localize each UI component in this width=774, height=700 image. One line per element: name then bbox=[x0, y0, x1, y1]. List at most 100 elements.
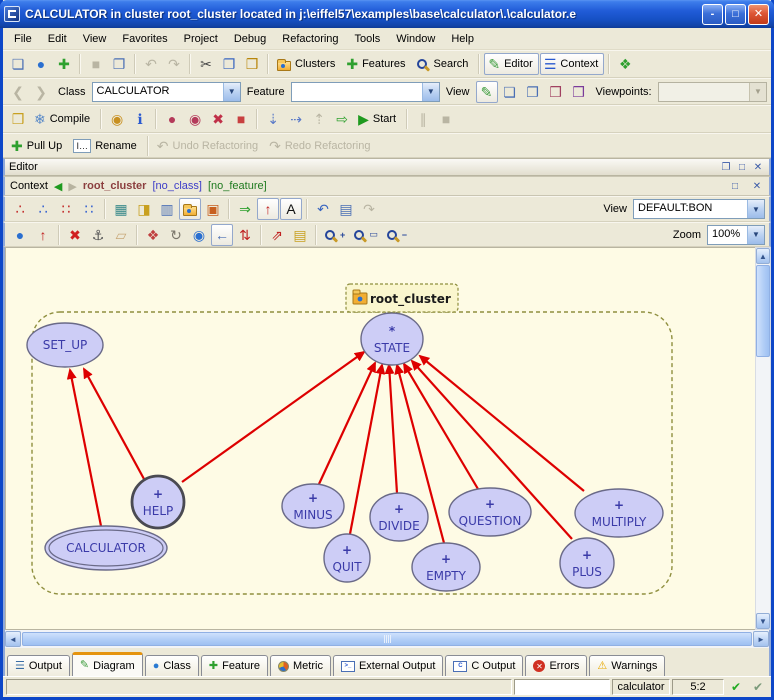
menu-refactoring[interactable]: Refactoring bbox=[274, 30, 346, 48]
diagram-canvas[interactable]: SET_UP *STATE +HELPCALCULATOR +MINUS +QUIT+D… bbox=[5, 247, 755, 630]
view-clients-icon[interactable]: ❐ bbox=[522, 81, 544, 103]
feature-combobox[interactable]: ▼ bbox=[291, 82, 440, 102]
class-combobox[interactable]: CALCULATOR▼ bbox=[92, 82, 241, 102]
views-tool-icon[interactable]: ▣ bbox=[202, 198, 224, 220]
menu-project[interactable]: Project bbox=[176, 30, 226, 48]
rename-button[interactable]: I…Rename bbox=[69, 135, 143, 157]
zoom-in-button[interactable]: + bbox=[321, 224, 349, 246]
search-button[interactable]: Search bbox=[413, 53, 475, 75]
run-no-stop-icon[interactable]: ⇨ bbox=[331, 108, 353, 130]
add-note-icon[interactable]: ▤ bbox=[289, 224, 311, 246]
tab-external-output[interactable]: >_External Output bbox=[333, 655, 443, 676]
zoom-out-button[interactable]: − bbox=[383, 224, 411, 246]
client-supplier-icon[interactable]: ⇗ bbox=[266, 224, 288, 246]
fill-color-icon[interactable]: ❖ bbox=[142, 224, 164, 246]
tab-c-output[interactable]: CC Output bbox=[445, 655, 523, 676]
class-node-calculator[interactable]: CALCULATOR bbox=[45, 526, 167, 570]
horizontal-scroll-thumb[interactable] bbox=[22, 632, 752, 646]
cluster-label[interactable]: root_cluster bbox=[346, 284, 458, 312]
save-all-icon[interactable]: ❐ bbox=[108, 53, 130, 75]
chevron-down-icon[interactable]: ▼ bbox=[223, 83, 240, 101]
menu-favorites[interactable]: Favorites bbox=[114, 30, 175, 48]
features-button[interactable]: ✚Features bbox=[342, 53, 411, 75]
pull-up-button[interactable]: ✚Pull Up bbox=[7, 135, 68, 157]
menu-window[interactable]: Window bbox=[388, 30, 443, 48]
zoom-combobox[interactable]: 100%▼ bbox=[707, 225, 765, 245]
cluster-view-toggle[interactable] bbox=[179, 198, 201, 220]
copy-icon[interactable]: ❐ bbox=[218, 53, 240, 75]
level-up-icon[interactable]: ↑ bbox=[32, 224, 54, 246]
link-help-setup[interactable] bbox=[84, 369, 144, 479]
unanchor-icon[interactable]: ⚓ bbox=[87, 224, 109, 246]
critical-stack-icon[interactable]: ■ bbox=[230, 108, 252, 130]
diagram-history-icon[interactable]: ▤ bbox=[335, 198, 357, 220]
tab-feature[interactable]: ✚Feature bbox=[201, 655, 268, 676]
class-node-plus[interactable]: +PLUS bbox=[560, 538, 614, 588]
new-document-icon[interactable]: ❏ bbox=[7, 53, 29, 75]
class-node-divide[interactable]: +DIVIDE bbox=[370, 493, 428, 541]
external-commands-icon[interactable]: ❖ bbox=[614, 53, 636, 75]
tab-output[interactable]: ☰Output bbox=[7, 655, 70, 676]
class-node-state[interactable]: *STATE bbox=[361, 313, 423, 365]
chevron-down-icon[interactable]: ▼ bbox=[422, 83, 439, 101]
class-node-help[interactable]: +HELP bbox=[132, 476, 184, 528]
tab-class[interactable]: ●Class bbox=[145, 655, 199, 676]
class-node-question[interactable]: +QUESTION bbox=[449, 488, 531, 536]
tab-diagram[interactable]: ✎Diagram bbox=[72, 652, 143, 676]
maximize-button[interactable]: □ bbox=[725, 4, 746, 25]
sort-links-icon[interactable]: ⇅ bbox=[234, 224, 256, 246]
tab-warnings[interactable]: ⚠Warnings bbox=[589, 655, 665, 676]
force-layout-icon[interactable]: ⇒ bbox=[234, 198, 256, 220]
tab-errors[interactable]: ✕Errors bbox=[525, 655, 587, 676]
rotate-icon[interactable]: ↻ bbox=[165, 224, 187, 246]
menu-edit[interactable]: Edit bbox=[40, 30, 75, 48]
depth-icon[interactable]: ↑ bbox=[257, 198, 279, 220]
menu-tools[interactable]: Tools bbox=[347, 30, 389, 48]
undock-pane-icon[interactable]: ❐ bbox=[719, 161, 733, 174]
view-flat-icon[interactable]: ❏ bbox=[499, 81, 521, 103]
view-editor-icon[interactable]: ✎ bbox=[476, 81, 498, 103]
link-question-state[interactable] bbox=[404, 364, 478, 489]
context-cluster[interactable]: root_cluster bbox=[83, 180, 147, 192]
step-over-icon[interactable]: ⇢ bbox=[285, 108, 307, 130]
open-project-icon[interactable]: ● bbox=[30, 53, 52, 75]
chevron-down-icon[interactable]: ▼ bbox=[747, 200, 764, 218]
menu-file[interactable]: File bbox=[6, 30, 40, 48]
diagram-undo-icon[interactable]: ↶ bbox=[312, 198, 334, 220]
close-button[interactable]: ✕ bbox=[748, 4, 769, 25]
chevron-down-icon[interactable]: ▼ bbox=[747, 226, 764, 244]
class-node-minus[interactable]: +MINUS bbox=[282, 484, 344, 528]
menu-view[interactable]: View bbox=[75, 30, 115, 48]
class-node-set_up[interactable]: SET_UP bbox=[27, 323, 103, 367]
link-divide-state[interactable] bbox=[389, 365, 397, 493]
class-node-empty[interactable]: +EMPTY bbox=[412, 543, 480, 591]
freeze-icon[interactable]: ❄Compile bbox=[30, 108, 96, 130]
melt-icon[interactable]: ❒ bbox=[7, 108, 29, 130]
sphere-icon[interactable]: ◉ bbox=[188, 224, 210, 246]
scroll-up-icon[interactable]: ▲ bbox=[756, 248, 770, 264]
editor-toggle[interactable]: ✎Editor bbox=[484, 53, 538, 75]
fit-to-window-button[interactable]: ▭ bbox=[350, 224, 382, 246]
scroll-left-icon[interactable]: ◄ bbox=[5, 631, 21, 647]
link-help-state[interactable] bbox=[182, 352, 364, 482]
menu-help[interactable]: Help bbox=[443, 30, 482, 48]
context-close-icon[interactable]: ✕ bbox=[750, 180, 764, 193]
vertical-scrollbar[interactable]: ▲ ▼ bbox=[755, 247, 771, 630]
horizontal-scrollbar[interactable]: ◄ ► bbox=[3, 630, 771, 648]
context-maximize-icon[interactable]: □ bbox=[728, 180, 742, 193]
add-class-icon[interactable]: ✚ bbox=[53, 53, 75, 75]
start-button[interactable]: ▶Start bbox=[354, 108, 402, 130]
scroll-down-icon[interactable]: ▼ bbox=[756, 613, 770, 629]
export-png-icon[interactable]: ▦ bbox=[110, 198, 132, 220]
project-info-icon[interactable]: ℹ bbox=[129, 108, 151, 130]
class-node-quit[interactable]: +QUIT bbox=[324, 534, 370, 582]
minimize-button[interactable]: - bbox=[702, 4, 723, 25]
step-into-icon[interactable]: ⇣ bbox=[262, 108, 284, 130]
export-postscript-icon[interactable]: ◨ bbox=[133, 198, 155, 220]
link-minus-state[interactable] bbox=[319, 363, 375, 484]
world-icon[interactable]: ● bbox=[9, 224, 31, 246]
paste-icon[interactable]: ❒ bbox=[241, 53, 263, 75]
tab-metric[interactable]: Metric bbox=[270, 655, 331, 676]
maximize-pane-icon[interactable]: □ bbox=[735, 161, 749, 174]
close-pane-icon[interactable]: ✕ bbox=[751, 161, 765, 174]
